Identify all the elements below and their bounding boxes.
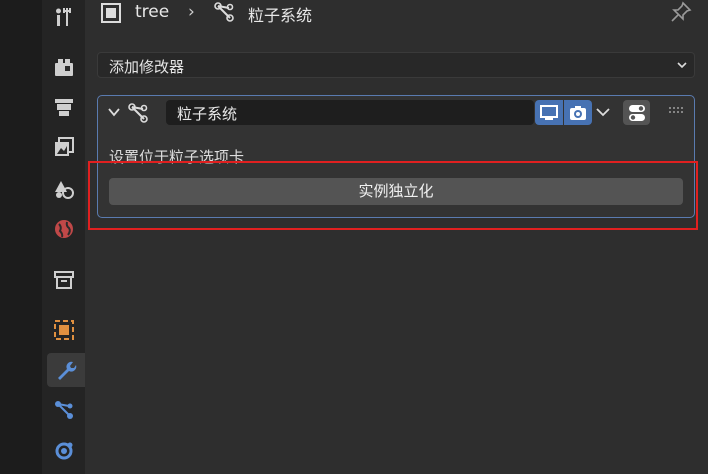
tab-collection[interactable] <box>46 263 81 297</box>
add-modifier-label: 添加修改器 <box>109 58 185 76</box>
left-editor-strip <box>0 0 42 474</box>
tab-tool[interactable] <box>46 0 81 34</box>
collection-icon <box>53 271 74 289</box>
monitor-icon <box>540 104 558 120</box>
show-in-viewport-toggle[interactable] <box>535 100 563 125</box>
tool-icon <box>55 8 71 26</box>
tab-particles[interactable] <box>46 393 81 427</box>
world-icon <box>54 220 73 238</box>
object-name: tree <box>135 2 170 22</box>
particle-system-name: 粒子系统 <box>248 6 313 25</box>
physics-icon <box>55 442 72 460</box>
highlight-box <box>88 161 698 230</box>
particles-icon <box>214 2 234 22</box>
edit-mode-toggle[interactable] <box>623 100 650 125</box>
extra-options-chevron-icon[interactable] <box>594 103 612 121</box>
particles-icon <box>128 103 148 123</box>
scene-icon <box>54 181 74 199</box>
tab-scene[interactable] <box>46 172 81 206</box>
pin-icon[interactable] <box>669 0 693 24</box>
tab-physics[interactable] <box>46 434 81 468</box>
camera-icon <box>570 105 586 120</box>
object-icon <box>53 320 74 340</box>
tab-world[interactable] <box>46 212 81 246</box>
tab-object[interactable] <box>46 313 81 347</box>
add-modifier-dropdown[interactable]: 添加修改器 <box>97 52 695 78</box>
breadcrumb: tree › 粒子系统 <box>85 0 708 26</box>
show-in-render-toggle[interactable] <box>564 100 592 125</box>
toggle-switch-icon <box>628 104 645 121</box>
properties-editor: tree › 粒子系统 添加修改器 粒子系统 设置位于粒子选项卡 实例独立化 <box>85 0 708 474</box>
modifier-name-field[interactable]: 粒子系统 <box>166 100 534 125</box>
properties-tab-bar <box>42 0 85 474</box>
output-icon <box>54 99 73 116</box>
tab-render[interactable] <box>46 50 81 84</box>
view-layer-icon <box>54 137 74 156</box>
particles-icon <box>54 401 73 419</box>
tab-modifier[interactable] <box>47 353 85 387</box>
modifier-wrench-icon <box>58 361 77 380</box>
modifier-name-text: 粒子系统 <box>177 105 238 123</box>
render-icon <box>54 59 73 76</box>
object-icon <box>101 3 121 23</box>
tab-output[interactable] <box>46 90 81 124</box>
drag-handle-icon[interactable] <box>668 106 684 114</box>
chevron-down-icon <box>677 62 687 69</box>
collapse-chevron-icon[interactable] <box>107 105 121 119</box>
breadcrumb-separator: › <box>188 2 195 22</box>
tab-view-layer[interactable] <box>46 130 81 164</box>
